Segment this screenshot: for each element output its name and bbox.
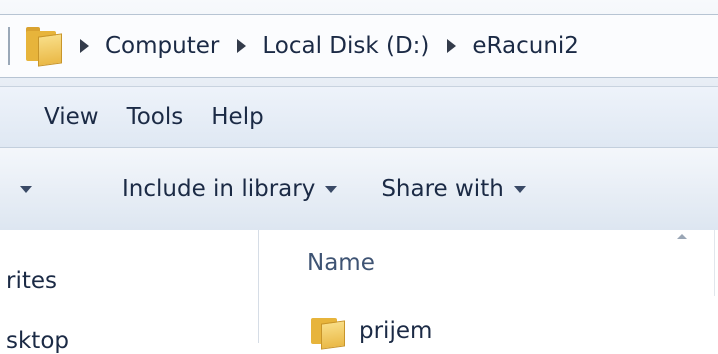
- address-breadcrumb[interactable]: Computer Local Disk (D:) eRacuni2: [0, 14, 718, 78]
- column-header-name[interactable]: Name: [259, 230, 718, 296]
- share-with-button[interactable]: Share with: [381, 176, 526, 202]
- list-item-name: prijem: [359, 318, 433, 344]
- breadcrumb-separator-icon[interactable]: [80, 39, 89, 53]
- nav-item-desktop[interactable]: sktop: [6, 328, 69, 354]
- column-header-label: Name: [307, 250, 375, 276]
- folder-icon: [24, 27, 62, 67]
- breadcrumb-separator-icon[interactable]: [447, 39, 457, 53]
- menu-bar: View Tools Help: [0, 87, 718, 147]
- command-toolbar: Include in library Share with: [0, 147, 718, 231]
- column-divider[interactable]: [714, 230, 715, 296]
- menu-view[interactable]: View: [44, 104, 99, 130]
- breadcrumb-eracuni[interactable]: eRacuni2: [472, 33, 579, 59]
- breadcrumb-local-disk[interactable]: Local Disk (D:): [262, 33, 429, 59]
- navigation-pane: rites sktop: [0, 230, 259, 354]
- file-list: Name prijem: [259, 230, 718, 350]
- content-area: rites sktop Name prijem: [0, 230, 718, 354]
- organize-dropdown-icon[interactable]: [20, 185, 32, 193]
- chevron-down-icon: [325, 185, 338, 193]
- address-edge-divider: [0, 27, 10, 65]
- breadcrumb-separator-icon[interactable]: [237, 39, 247, 53]
- nav-item-favorites[interactable]: rites: [6, 268, 57, 294]
- include-in-library-label: Include in library: [122, 176, 316, 202]
- menu-help[interactable]: Help: [211, 104, 263, 130]
- address-bar: Computer Local Disk (D:) eRacuni2: [0, 0, 718, 87]
- share-with-label: Share with: [381, 176, 504, 202]
- breadcrumb-computer[interactable]: Computer: [105, 33, 219, 59]
- menu-tools[interactable]: Tools: [127, 104, 184, 130]
- folder-icon: [311, 314, 345, 350]
- sort-ascending-icon: [677, 234, 687, 239]
- chevron-down-icon: [513, 185, 526, 193]
- include-in-library-button[interactable]: Include in library: [122, 176, 338, 202]
- list-item[interactable]: prijem: [259, 302, 718, 350]
